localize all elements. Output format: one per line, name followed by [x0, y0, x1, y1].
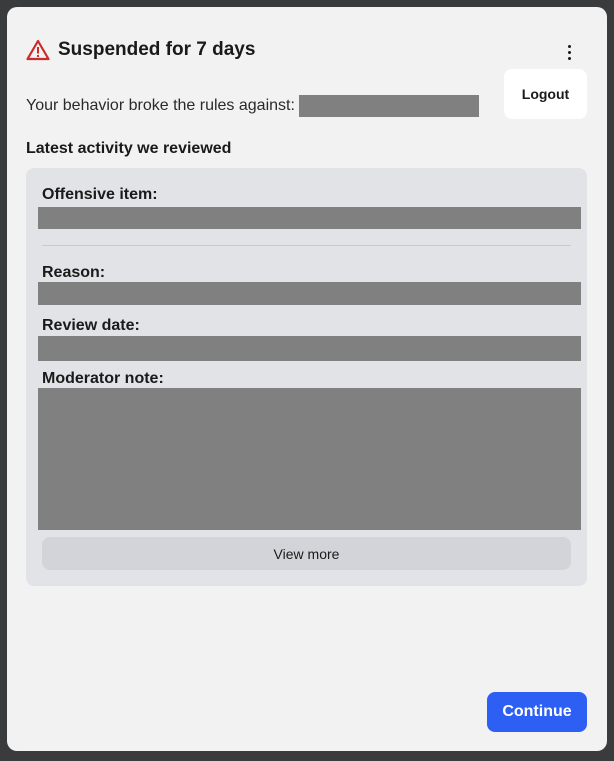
- title-row: Suspended for 7 days: [26, 39, 255, 61]
- reason-redacted: [38, 282, 581, 305]
- moderator-note-redacted: [38, 388, 581, 530]
- reason-label: Reason:: [42, 264, 106, 281]
- continue-button[interactable]: Continue: [487, 692, 587, 732]
- rules-row: Your behavior broke the rules against:: [26, 95, 479, 117]
- more-vertical-icon[interactable]: [559, 41, 579, 63]
- review-date-redacted: [38, 336, 581, 361]
- section-title: Latest activity we reviewed: [26, 140, 232, 157]
- moderator-note-label: Moderator note:: [42, 370, 164, 387]
- redacted-rule: [298, 95, 479, 117]
- offensive-item-redacted: [38, 207, 581, 229]
- review-date-label: Review date:: [42, 317, 140, 334]
- logout-button[interactable]: Logout: [504, 69, 587, 119]
- offensive-item-label: Offensive item:: [42, 186, 158, 203]
- modal-title: Suspended for 7 days: [58, 39, 256, 60]
- divider: [42, 245, 571, 246]
- view-more-button[interactable]: View more: [42, 537, 571, 570]
- activity-panel: Offensive item: Reason: Review date: Mod…: [26, 168, 587, 586]
- suspension-modal: Suspended for 7 days Logout Your behavio…: [7, 7, 607, 751]
- warning-triangle-icon: [26, 39, 50, 61]
- rules-text: Your behavior broke the rules against:: [26, 97, 295, 114]
